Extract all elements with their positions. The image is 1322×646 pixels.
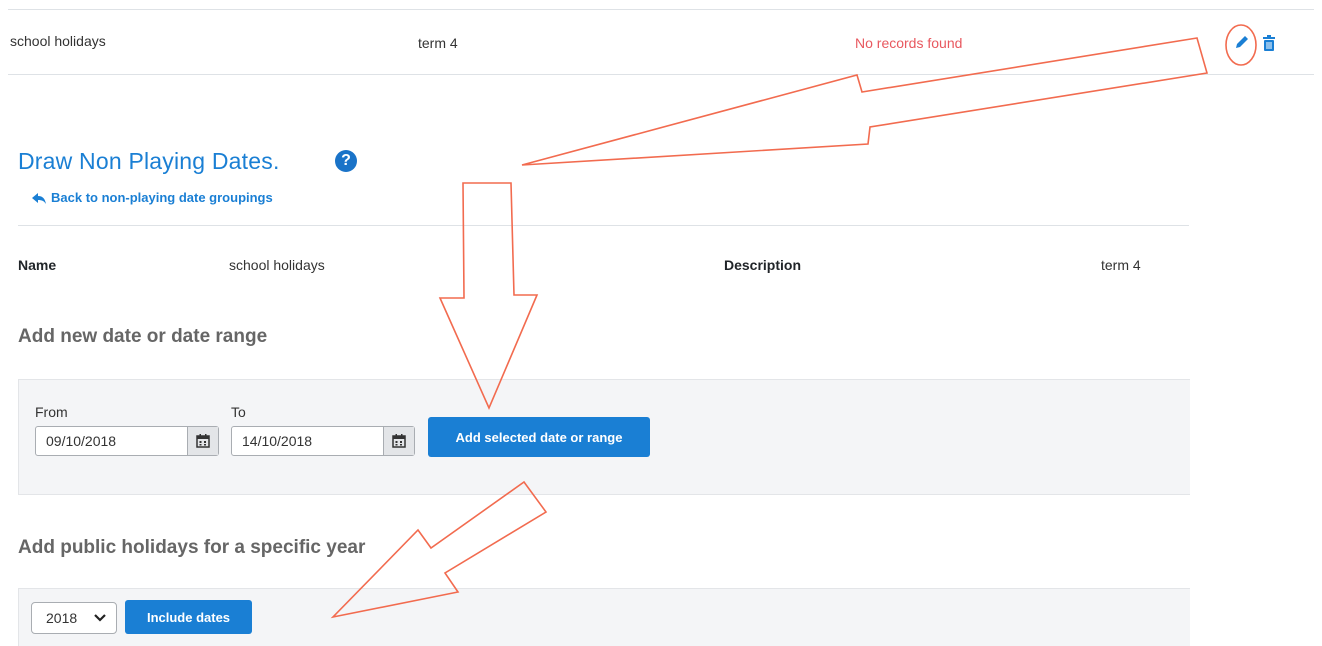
from-label: From xyxy=(35,404,68,420)
calendar-icon[interactable] xyxy=(383,427,414,455)
section-title-add-range: Add new date or date range xyxy=(18,326,268,347)
question-circle-icon[interactable]: ? xyxy=(335,150,357,172)
include-dates-button[interactable]: Include dates xyxy=(125,600,252,634)
from-date-input[interactable]: 09/10/2018 xyxy=(35,426,219,456)
annotation-arrow-left xyxy=(521,37,1209,166)
back-link-label: Back to non-playing date groupings xyxy=(51,190,273,205)
description-value: term 4 xyxy=(1101,257,1141,273)
description-label: Description xyxy=(724,257,802,273)
calendar-icon[interactable] xyxy=(187,427,218,455)
divider xyxy=(18,225,1189,226)
to-label: To xyxy=(231,404,246,420)
from-date-value: 09/10/2018 xyxy=(46,433,117,449)
to-date-value: 14/10/2018 xyxy=(242,433,313,449)
to-date-input[interactable]: 14/10/2018 xyxy=(231,426,415,456)
divider xyxy=(8,9,1314,10)
reply-arrow-icon xyxy=(32,192,46,204)
trash-icon[interactable] xyxy=(1261,35,1277,53)
no-records-text: No records found xyxy=(855,35,963,51)
name-label: Name xyxy=(18,257,57,273)
back-link[interactable]: Back to non-playing date groupings xyxy=(32,190,273,205)
divider xyxy=(8,74,1314,75)
add-date-range-button[interactable]: Add selected date or range xyxy=(428,417,650,457)
year-select-value: 2018 xyxy=(46,610,78,626)
pencil-icon[interactable] xyxy=(1233,33,1251,51)
page-title: Draw Non Playing Dates. xyxy=(18,148,280,174)
row-description: term 4 xyxy=(418,35,458,51)
name-value: school holidays xyxy=(229,257,325,273)
year-select[interactable]: 2018 xyxy=(31,602,117,634)
row-name: school holidays xyxy=(10,33,106,49)
annotation-arrow-down xyxy=(438,182,539,411)
chevron-down-icon xyxy=(94,614,106,622)
section-title-public-holidays: Add public holidays for a specific year xyxy=(18,537,366,558)
